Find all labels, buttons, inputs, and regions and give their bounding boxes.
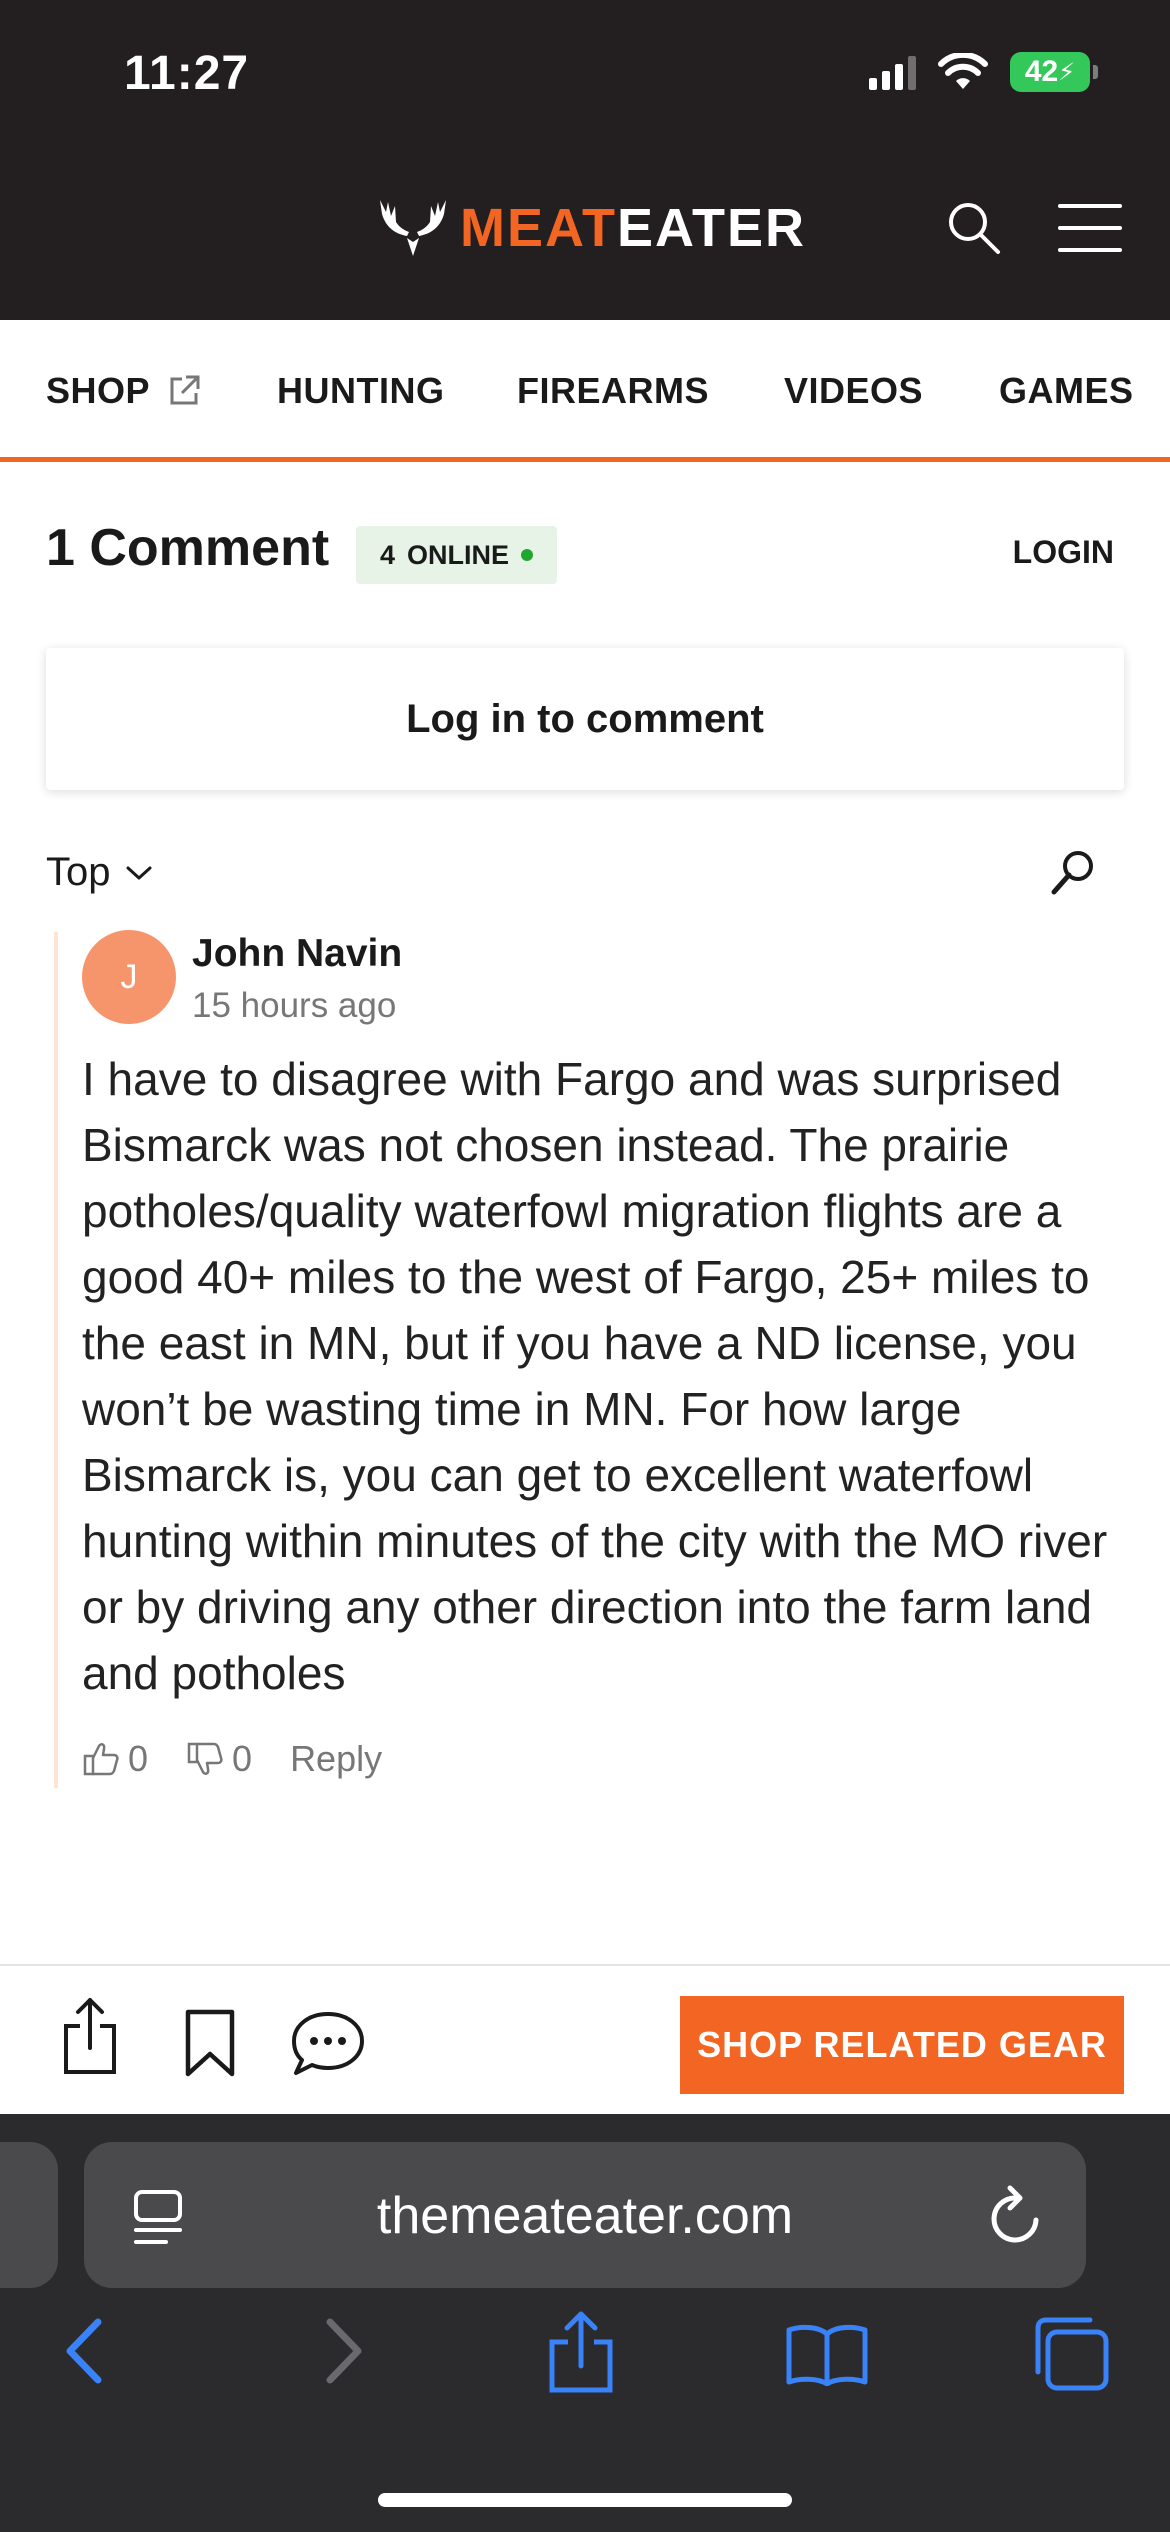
thumbs-down-icon	[187, 1742, 223, 1775]
comment-search-icon[interactable]	[1048, 848, 1098, 898]
search-icon[interactable]	[946, 200, 1002, 256]
brand-wordmark: MEATEATER	[460, 197, 806, 259]
comment-count-heading: 1 Comment	[46, 519, 330, 577]
comment-author[interactable]: John Navin	[192, 932, 402, 976]
comment-timestamp[interactable]: 15 hours ago	[192, 986, 396, 1026]
wifi-icon	[938, 53, 988, 89]
share-icon[interactable]	[60, 1996, 120, 2076]
login-to-comment-button[interactable]: Log in to comment	[46, 648, 1124, 790]
address-bar[interactable]: themeateater.com	[84, 2142, 1086, 2288]
chevron-down-icon	[126, 866, 151, 879]
nav-item-games[interactable]: GAMES	[999, 370, 1134, 412]
avatar[interactable]: J	[82, 930, 176, 1024]
bookmarks-book-icon[interactable]	[784, 2322, 870, 2386]
nav-item-hunting[interactable]: HUNTING	[277, 370, 445, 412]
battery-icon: 42 ⚡	[1010, 52, 1098, 92]
comment-actions: 0 0 Reply	[82, 1738, 382, 1780]
browser-toolbar: themeateater.com	[0, 2114, 1170, 2532]
tabs-overview-icon[interactable]	[1030, 2314, 1112, 2394]
downvote-count: 0	[232, 1738, 253, 1779]
reply-button[interactable]: Reply	[290, 1738, 382, 1780]
online-badge: 4 ONLINE	[356, 526, 558, 584]
comment-body: I have to disagree with Fargo and was su…	[82, 1053, 1108, 1699]
brand-wordmark-meat: MEAT	[460, 198, 617, 258]
nav-item-shop[interactable]: SHOP	[46, 370, 202, 412]
nav-item-label: SHOP	[46, 370, 151, 411]
thumbs-up-icon	[83, 1743, 119, 1776]
antlers-logo-icon	[380, 200, 446, 256]
meateater-logo[interactable]: MEATEATER	[376, 196, 806, 260]
hamburger-menu-icon[interactable]	[1058, 204, 1122, 252]
battery-level: 42	[1024, 55, 1059, 88]
brand-wordmark-eater: EATER	[616, 198, 806, 258]
online-label: ONLINE	[407, 539, 510, 570]
shop-related-gear-button[interactable]: SHOP RELATED GEAR	[680, 1996, 1124, 2094]
comment-bubble-icon[interactable]	[290, 2010, 366, 2078]
sort-label: Top	[46, 850, 111, 894]
sort-dropdown[interactable]: Top	[46, 850, 153, 895]
category-nav: SHOP HUNTING FIREARMS VIDEOS GAMES	[0, 320, 1170, 462]
previous-tab-peek[interactable]	[0, 2142, 58, 2288]
comment-thread-rail	[54, 932, 58, 1788]
url-text: themeateater.com	[376, 2187, 794, 2245]
back-chevron-icon[interactable]	[60, 2316, 110, 2386]
nav-item-videos[interactable]: VIDEOS	[784, 370, 923, 412]
nav-item-firearms[interactable]: FIREARMS	[517, 370, 709, 412]
reload-icon[interactable]	[986, 2184, 1046, 2248]
online-count: 4	[380, 539, 396, 570]
home-indicator[interactable]	[378, 2493, 792, 2507]
downvote-button[interactable]: 0	[186, 1738, 252, 1780]
login-link[interactable]: LOGIN	[1013, 534, 1114, 571]
status-icons: 42 ⚡	[869, 52, 1098, 92]
upvote-count: 0	[128, 1738, 149, 1779]
external-link-icon	[170, 375, 200, 405]
bookmark-icon[interactable]	[182, 2008, 238, 2078]
upvote-button[interactable]: 0	[82, 1738, 148, 1780]
site-header: 11:27 42 ⚡ MEATEATER	[0, 0, 1170, 320]
browser-share-icon[interactable]	[546, 2310, 616, 2394]
forward-chevron-icon[interactable]	[318, 2316, 368, 2386]
online-status-dot-icon	[521, 549, 534, 561]
cellular-signal-icon	[869, 54, 916, 90]
status-time: 11:27	[124, 47, 250, 100]
article-action-bar: SHOP RELATED GEAR	[0, 1964, 1170, 2114]
